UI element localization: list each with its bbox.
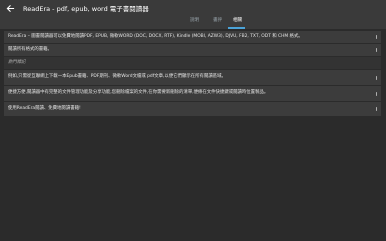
- list-item-text: 便捷方便,閱讀器中有完整的文件管理功能及分享功能,您刪除檔案的文件,在你需要新刪…: [8, 90, 269, 95]
- app-title: ReadEra - pdf, epub, word 電子書閱讀器: [23, 5, 149, 13]
- app-header: ReadEra - pdf, epub, word 電子書閱讀器 說明 書評 相…: [0, 0, 386, 29]
- back-arrow-icon[interactable]: [6, 4, 16, 14]
- list-item-text: ReadEra – 圖書閱讀器可以免費地閱讀PDF, EPUB, 微軟WORD …: [8, 34, 303, 39]
- active-tab-indicator: [228, 27, 245, 29]
- list-item[interactable]: 閱讀所有格式的書籍。: [4, 44, 381, 57]
- tab-bar: 說明 書評 相關: [0, 16, 386, 29]
- tab-related[interactable]: 相關: [233, 18, 242, 24]
- more-vert-icon[interactable]: [375, 91, 378, 97]
- more-vert-icon[interactable]: [375, 34, 378, 40]
- list-item[interactable]: 便捷方便,閱讀器中有完整的文件管理功能及分享功能,您刪除檔案的文件,在你需要新刪…: [4, 86, 381, 102]
- tab-description[interactable]: 說明: [190, 18, 199, 24]
- list-item[interactable]: 使用ReadEra閱讀、免費地閱讀書籍!: [4, 102, 381, 117]
- tab-reviews[interactable]: 書評: [213, 18, 222, 24]
- list-item-text: 閱讀所有格式的書籍。: [8, 47, 52, 52]
- list-item-text: 熱門標記: [8, 60, 26, 65]
- more-vert-icon[interactable]: [375, 75, 378, 81]
- list-item-text: 例如,只需從互聯網上下載一本Epub書籍、PDF期刊、微軟Word文檔或 pdf…: [8, 74, 226, 79]
- list-item[interactable]: 例如,只需從互聯網上下載一本Epub書籍、PDF期刊、微軟Word文檔或 pdf…: [4, 70, 381, 86]
- more-vert-icon[interactable]: [375, 106, 378, 112]
- more-vert-icon[interactable]: [375, 47, 378, 53]
- description-list: ReadEra – 圖書閱讀器可以免費地閱讀PDF, EPUB, 微軟WORD …: [4, 31, 381, 117]
- list-item: 熱門標記: [4, 57, 381, 70]
- list-item-text: 使用ReadEra閱讀、免費地閱讀書籍!: [8, 106, 81, 111]
- back-arrow-icon-graphic: [6, 4, 15, 13]
- list-item[interactable]: ReadEra – 圖書閱讀器可以免費地閱讀PDF, EPUB, 微軟WORD …: [4, 31, 381, 44]
